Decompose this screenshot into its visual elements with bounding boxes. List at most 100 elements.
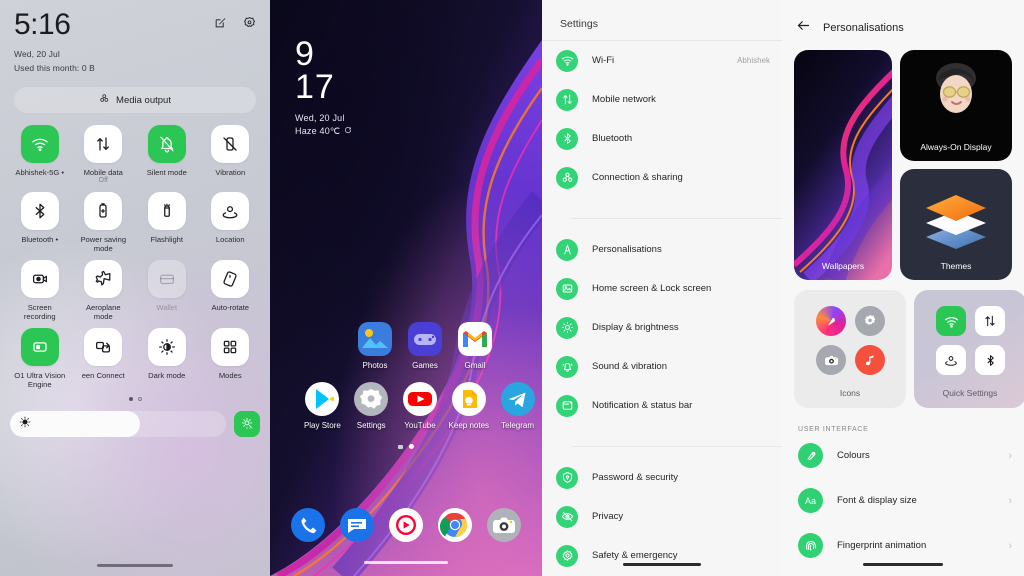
settings-row[interactable]: Sound & vibration <box>542 347 782 386</box>
quick-tile-5[interactable]: Power saving mode <box>72 191 136 254</box>
card-label: Quick Settings <box>942 388 998 398</box>
themes-card[interactable]: Themes <box>900 169 1012 280</box>
settings-row[interactable]: Display & brightness <box>542 308 782 347</box>
lockscreen-clock: 9 17 Wed, 20 Jul Haze 40℃ <box>295 37 352 137</box>
quick-tile-4[interactable]: Bluetooth • <box>8 191 72 254</box>
quick-settings-card[interactable]: Quick Settings <box>914 290 1024 408</box>
quick-tile-1[interactable]: Mobile data Off <box>72 125 136 186</box>
wallpapers-card[interactable]: Wallpapers <box>794 50 892 280</box>
app-youtube[interactable]: YouTube <box>396 382 445 430</box>
settings-row[interactable]: Password & security <box>542 458 782 497</box>
connection-sharing-icon <box>556 166 578 189</box>
fingerprint-icon <box>798 533 823 558</box>
settings-row[interactable]: Home screen & Lock screen <box>542 269 782 308</box>
quick-tile-13[interactable]: een Connect <box>72 327 136 390</box>
app-telegram[interactable]: Telegram <box>493 382 542 430</box>
quick-tile-label: Flashlight <box>150 234 184 244</box>
page-dot-active <box>409 444 414 449</box>
dock-chrome[interactable] <box>430 508 479 542</box>
quick-tile-sub: Off <box>98 177 108 185</box>
app-row-2: Play Store Settings YouTube Keep notes Teleg… <box>270 382 542 430</box>
quick-tile-6[interactable]: Flashlight <box>135 191 199 254</box>
settings-gear-icon <box>354 382 389 416</box>
quick-tile-3[interactable]: Vibration <box>199 125 263 186</box>
personalisation-row[interactable]: Fingerprint animation › <box>782 523 1024 568</box>
clock-date: Wed, 20 Jul <box>295 112 345 123</box>
quick-tile-11[interactable]: Auto-rotate <box>199 259 263 322</box>
quick-settings-tiles: Abhishek-5G • Mobile data Off Silent mode Vi… <box>8 125 262 390</box>
quick-tile-8[interactable]: Screen recording <box>8 259 72 322</box>
brightness-slider[interactable] <box>10 410 226 437</box>
settings-row[interactable]: Bluetooth <box>542 119 782 158</box>
bluetooth-icon <box>20 191 59 230</box>
gmail-icon <box>458 322 492 356</box>
home-indicator <box>863 563 943 566</box>
settings-row[interactable]: Connection & sharing <box>542 158 782 197</box>
settings-row[interactable]: Wi-Fi Abhishek <box>542 41 782 80</box>
page-title: Settings <box>560 18 598 30</box>
auto-brightness-button[interactable]: A <box>234 410 260 437</box>
home-indicator <box>623 563 701 566</box>
edit-square-icon[interactable] <box>214 16 227 29</box>
settings-row[interactable]: Safety & emergency <box>542 536 782 575</box>
quick-tile-label: Screen recording <box>23 302 56 322</box>
status-clock: 5:16 <box>14 8 71 41</box>
settings-gear-icon <box>855 306 885 336</box>
weather-row: Haze 40℃ <box>295 126 352 137</box>
settings-row[interactable]: Privacy <box>542 497 782 536</box>
settings-row[interactable]: Notification & status bar <box>542 386 782 425</box>
dock-phone[interactable] <box>284 508 333 542</box>
personalisation-row[interactable]: Colours › <box>782 433 1024 478</box>
dock-messages[interactable] <box>333 508 382 542</box>
personalisation-row-label: Fingerprint animation <box>837 540 927 551</box>
settings-row-label: Privacy <box>592 511 624 522</box>
settings-row[interactable]: Personalisations <box>542 230 782 269</box>
dock <box>270 508 542 542</box>
quick-tile-15[interactable]: Modes <box>199 327 263 390</box>
camera-icon <box>486 508 521 542</box>
quick-tile-9[interactable]: Aeroplane mode <box>72 259 136 322</box>
app-games-controller[interactable]: Games <box>400 322 450 370</box>
gear-icon[interactable] <box>243 16 256 29</box>
always-on-display-card[interactable]: Always-On Display <box>900 50 1012 161</box>
quick-tile-2[interactable]: Silent mode <box>135 125 199 186</box>
wifi-icon <box>20 125 59 163</box>
app-keep-notes[interactable]: Keep notes <box>444 382 493 430</box>
media-output-button[interactable]: Media output <box>14 87 256 113</box>
quick-tile-10[interactable]: Wallet <box>135 259 199 322</box>
quick-tile-0[interactable]: Abhishek-5G • <box>8 125 72 186</box>
home-indicator <box>97 564 173 567</box>
personalisations-icon <box>556 238 578 261</box>
app-google-photos[interactable]: Photos <box>350 322 400 370</box>
personalisation-row[interactable]: Aa Font & display size › <box>782 478 1024 523</box>
app-gmail[interactable]: Gmail <box>450 322 500 370</box>
quick-settings-panel: 5:16 Wed, 20 Jul Used this month: 0 B Me… <box>0 0 270 576</box>
dock-youtube-music[interactable] <box>382 508 431 542</box>
brightness-row: A <box>10 410 260 437</box>
dock-camera[interactable] <box>479 508 528 542</box>
settings-row-label: Home screen & Lock screen <box>592 283 712 294</box>
media-output-label: Media output <box>116 94 171 106</box>
svg-text:A: A <box>249 425 252 430</box>
app-settings-gear[interactable]: Settings <box>347 382 396 430</box>
app-play-store[interactable]: Play Store <box>298 382 347 430</box>
refresh-icon[interactable] <box>344 126 352 136</box>
quick-tile-7[interactable]: Location <box>199 191 263 254</box>
chevron-right-icon: › <box>1008 449 1012 462</box>
quick-tile-12[interactable]: O1 Ultra Vision Engine <box>8 327 72 390</box>
settings-row[interactable]: Mobile network <box>542 80 782 119</box>
auto-rotate-icon <box>211 259 250 298</box>
back-arrow-icon[interactable] <box>796 18 811 38</box>
personalisation-row-label: Colours <box>837 450 870 461</box>
settings-row-label: Password & security <box>592 472 679 483</box>
sound-vibration-icon <box>556 355 578 378</box>
mobile-data-icon <box>975 306 1005 336</box>
personalisations-panel: Personalisations Wallpapers Always-On Di… <box>782 0 1024 576</box>
wifi-icon <box>936 306 966 336</box>
google-photos-icon <box>358 322 392 356</box>
app-label: Photos <box>362 361 388 370</box>
icons-card[interactable]: Icons <box>794 290 906 408</box>
privacy-icon <box>556 505 578 528</box>
quick-tile-14[interactable]: Dark mode <box>135 327 199 390</box>
